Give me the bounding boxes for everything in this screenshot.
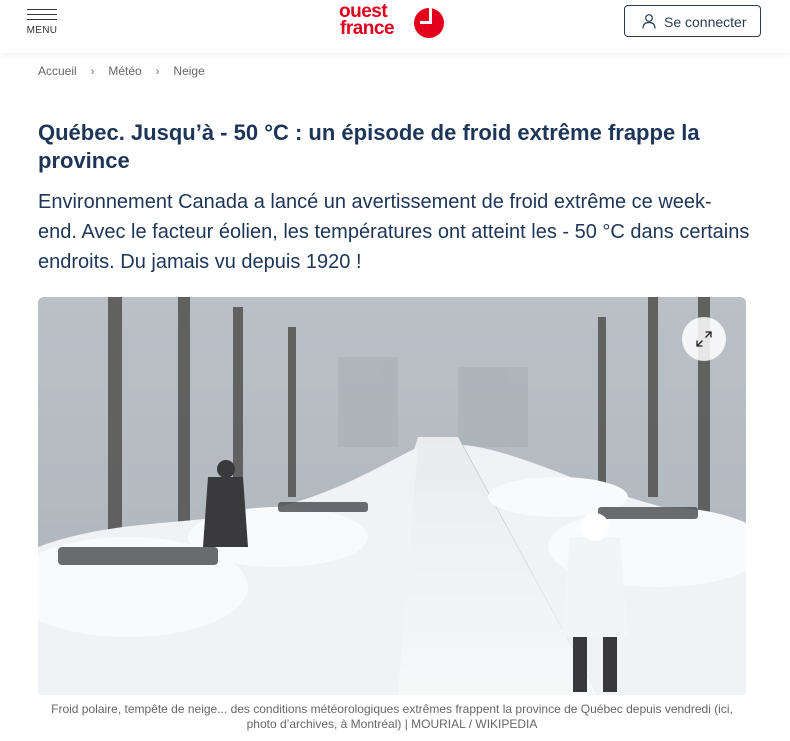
breadcrumb-item-accueil[interactable]: Accueil xyxy=(38,64,77,78)
snow-street-illustration xyxy=(38,297,746,695)
ouest-france-logo[interactable]: ouest france xyxy=(339,1,445,40)
user-icon xyxy=(642,14,656,29)
login-button[interactable]: Se connecter xyxy=(624,5,761,37)
site-header: MENU ouest france Se connecter xyxy=(0,0,790,53)
chevron-right-icon: › xyxy=(155,66,160,78)
menu-button[interactable]: MENU xyxy=(24,6,60,40)
logo-wordmark: ouest france xyxy=(339,1,395,39)
breadcrumb-item-meteo[interactable]: Météo xyxy=(108,64,141,78)
article-title: Québec. Jusqu’à - 50 °C : un épisode de … xyxy=(38,120,700,173)
expand-icon xyxy=(696,331,712,347)
article-photo[interactable] xyxy=(38,297,746,695)
breadcrumb-item-neige[interactable]: Neige xyxy=(173,64,204,78)
login-label: Se connecter xyxy=(664,14,747,30)
expand-image-button[interactable] xyxy=(682,317,726,361)
photo-caption: Froid polaire, tempête de neige... des c… xyxy=(51,702,733,731)
chevron-right-icon: › xyxy=(90,66,95,78)
logo-emblem xyxy=(414,8,444,38)
breadcrumb: Accueil › Météo › Neige xyxy=(38,64,205,78)
article-lead: Environnement Canada a lancé un avertiss… xyxy=(38,191,750,273)
hamburger-icon xyxy=(27,9,57,21)
menu-label: MENU xyxy=(26,25,58,36)
